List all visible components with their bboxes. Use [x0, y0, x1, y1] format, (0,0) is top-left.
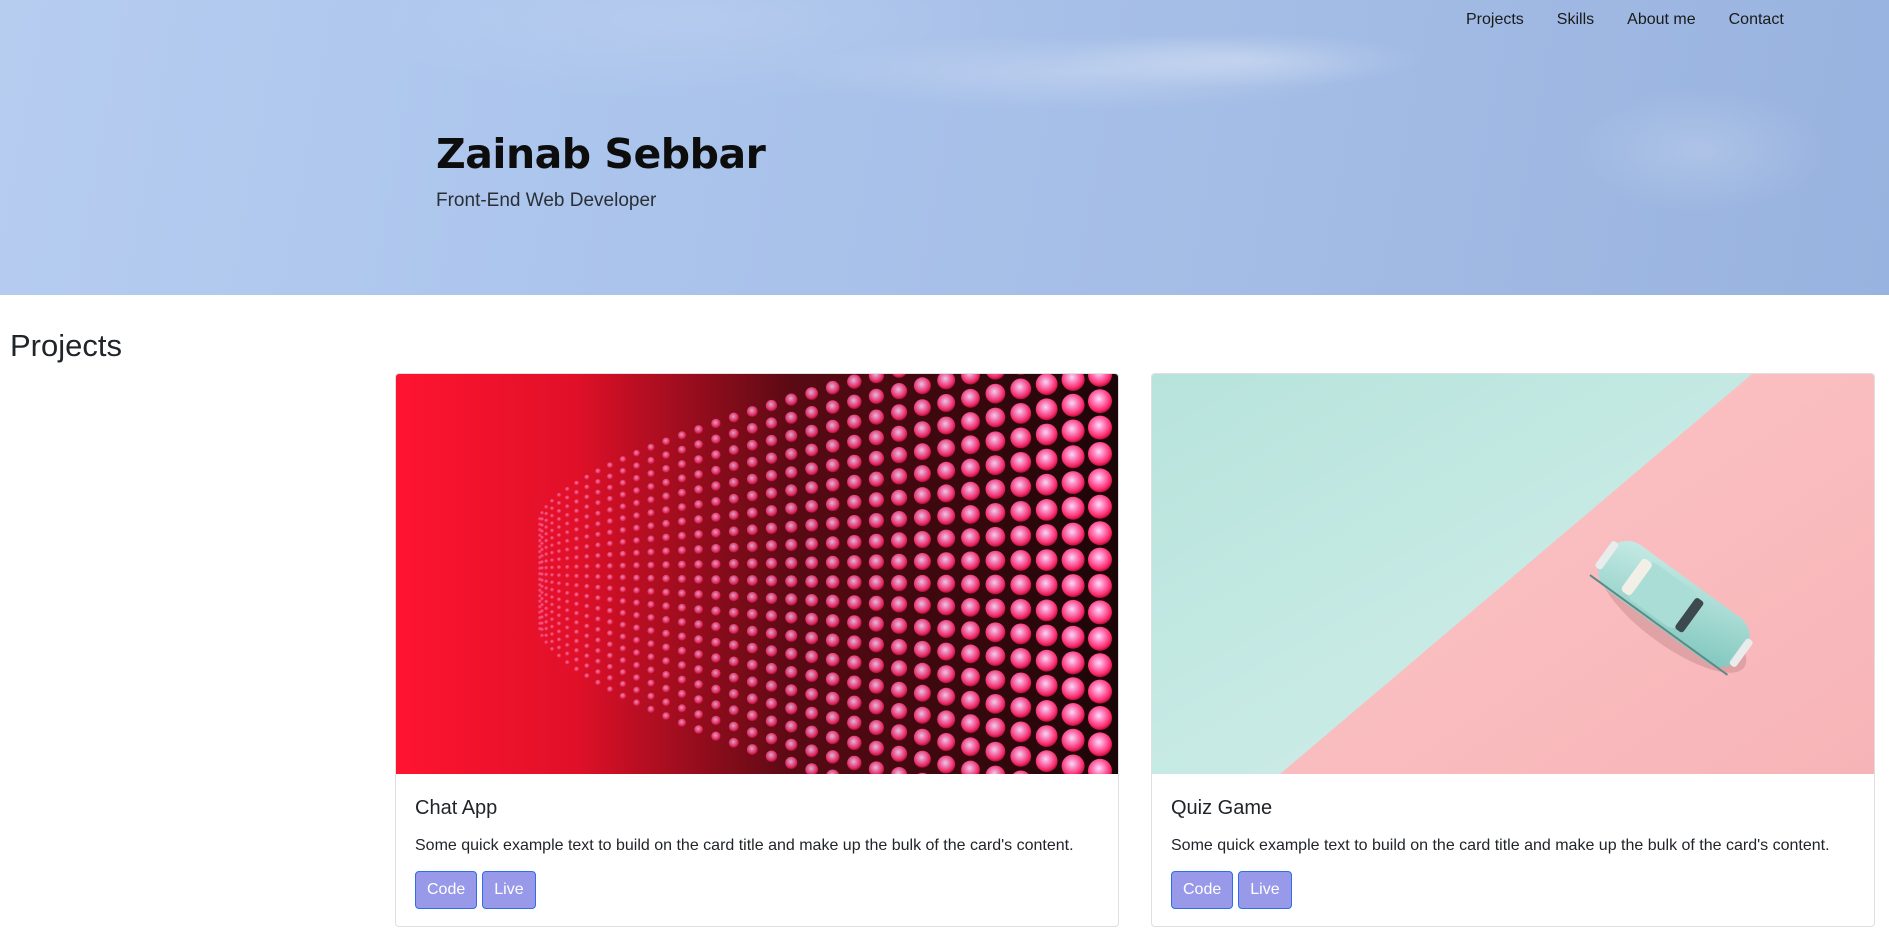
- card-title: Chat App: [415, 797, 498, 819]
- project-card-quiz-game: Quiz Game Some quick example text to bui…: [1151, 373, 1875, 927]
- code-button[interactable]: Code: [1171, 871, 1234, 909]
- card-body: Quiz Game Some quick example text to bui…: [1152, 774, 1874, 909]
- card-body: Chat App Some quick example text to buil…: [396, 774, 1118, 909]
- card-buttons: Code Live: [1171, 871, 1855, 909]
- card-text: Some quick example text to build on the …: [415, 837, 1074, 854]
- code-button[interactable]: Code: [415, 871, 478, 909]
- card-text: Some quick example text to build on the …: [1171, 837, 1830, 854]
- nav-link-contact[interactable]: Contact: [1729, 9, 1784, 31]
- hero-name: Zainab Sebbar: [436, 130, 766, 178]
- project-card-chat-app: Chat App Some quick example text to buil…: [395, 373, 1119, 927]
- nav-link-projects[interactable]: Projects: [1466, 9, 1524, 31]
- card-buttons: Code Live: [415, 871, 1099, 909]
- nav-link-skills[interactable]: Skills: [1557, 9, 1594, 31]
- toy-car-image: [1152, 374, 1874, 774]
- led-wall-image: [396, 374, 1118, 774]
- hero-role: Front-End Web Developer: [436, 190, 657, 211]
- hero-banner: Projects Skills About me Contact Zainab …: [0, 0, 1889, 295]
- nav-link-about-me[interactable]: About me: [1627, 9, 1695, 31]
- card-title: Quiz Game: [1171, 797, 1273, 819]
- live-button[interactable]: Live: [482, 871, 536, 909]
- top-nav: Projects Skills About me Contact: [1466, 9, 1784, 31]
- projects-heading: Projects: [10, 328, 122, 363]
- live-button[interactable]: Live: [1238, 871, 1292, 909]
